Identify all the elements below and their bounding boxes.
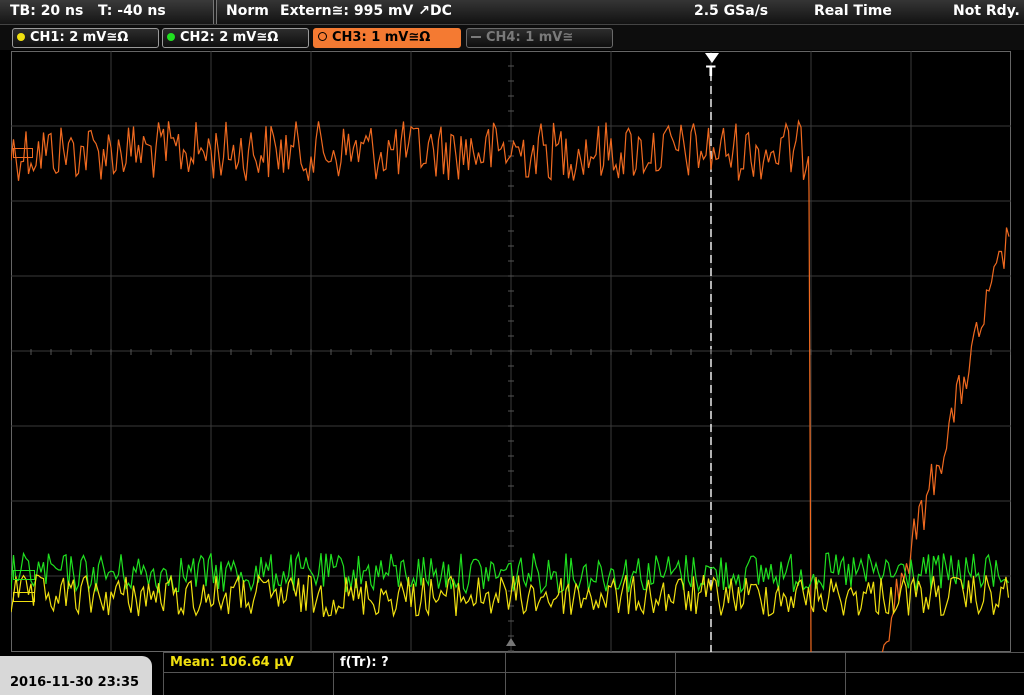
- ch1-label: CH1: 2 mV≅Ω: [30, 30, 129, 45]
- measurement-rise-frequency[interactable]: f(Tr): ?: [340, 655, 389, 673]
- datetime-readout: 2016-11-30 23:35: [10, 675, 140, 690]
- status-bar: TB: 20 ns T: -40 ns Norm Extern≅: 995 mV…: [0, 0, 1024, 24]
- waveform-display[interactable]: T: [11, 51, 1011, 652]
- channel-tab-ch1[interactable]: CH1: 2 mV≅Ω: [12, 28, 159, 48]
- channel-tab-ch4[interactable]: CH4: 1 mV≅: [466, 28, 613, 48]
- trigger-offset-readout: T: -40 ns: [98, 3, 166, 19]
- ch3-color-icon: [318, 32, 327, 41]
- measurement-mean[interactable]: Mean: 106.64 µV: [170, 655, 294, 673]
- ch1-color-icon: [17, 33, 25, 41]
- ch2-waveform: [11, 551, 1009, 595]
- trigger-source: Extern≅: 995 mV ↗DC: [280, 3, 452, 19]
- acquisition-mode: Real Time: [814, 3, 892, 19]
- timebase-panel[interactable]: TB: 20 ns T: -40 ns: [0, 0, 214, 24]
- measurement-bar: 2016-11-30 23:35 Mean: 106.64 µV f(Tr): …: [0, 652, 1024, 695]
- acquisition-status: Not Rdy.: [953, 3, 1020, 19]
- channel-tab-ch3[interactable]: CH3: 1 mV≅Ω: [313, 28, 461, 48]
- trigger-marker-label: T: [706, 64, 716, 80]
- datetime-panel: 2016-11-30 23:35: [0, 656, 152, 695]
- ch2-label: CH2: 2 mV≅Ω: [180, 30, 279, 45]
- ch3-offset-marker-icon[interactable]: [13, 148, 33, 158]
- ch2-color-icon: [167, 33, 175, 41]
- channel-bar: CH1: 2 mV≅Ω CH2: 2 mV≅Ω CH3: 1 mV≅Ω CH4:…: [0, 24, 1024, 50]
- timebase-readout: TB: 20 ns: [10, 3, 84, 19]
- horizontal-center-icon: [506, 638, 516, 646]
- sample-rate: 2.5 GSa/s: [694, 3, 769, 19]
- ch2-offset-marker-icon[interactable]: [13, 570, 35, 580]
- ch3-label: CH3: 1 mV≅Ω: [332, 30, 431, 45]
- ch4-off-icon: [471, 36, 481, 38]
- ch4-label: CH4: 1 mV≅: [486, 30, 574, 45]
- ch1-offset-marker-icon[interactable]: [13, 592, 35, 602]
- waveform-graticule: [11, 51, 1011, 652]
- trigger-panel[interactable]: Norm Extern≅: 995 mV ↗DC 2.5 GSa/s Real …: [216, 0, 1024, 24]
- channel-tab-ch2[interactable]: CH2: 2 mV≅Ω: [162, 28, 309, 48]
- trigger-mode: Norm: [226, 3, 269, 19]
- ch1-waveform: [11, 574, 1010, 618]
